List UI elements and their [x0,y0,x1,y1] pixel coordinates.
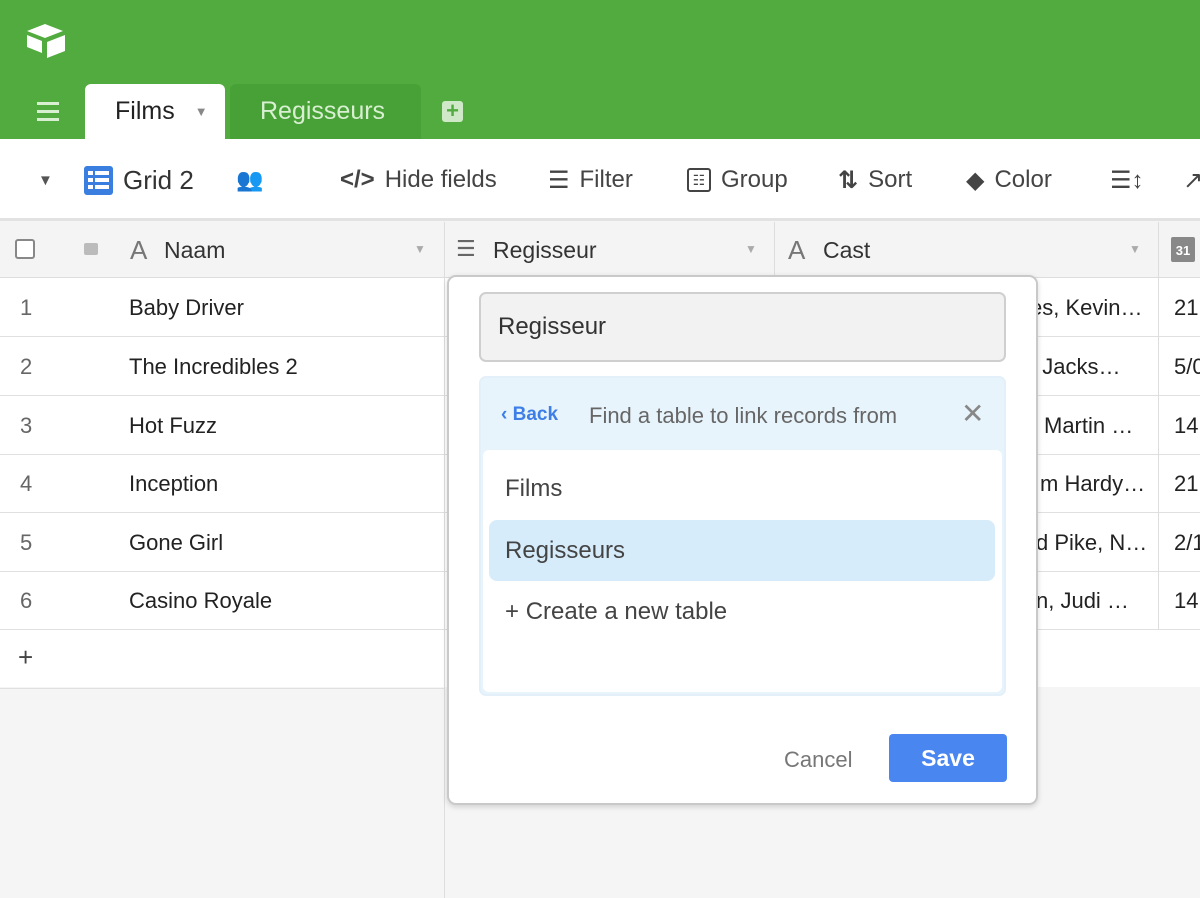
filter-button[interactable]: ☰ Filter [548,139,633,221]
cell-naam[interactable]: Hot Fuzz [129,413,217,439]
airtable-logo-icon[interactable] [25,22,69,60]
save-button[interactable]: Save [889,734,1007,782]
label: Sort [868,166,913,193]
lock-icon [84,243,98,255]
chevron-down-icon[interactable]: ▼ [745,242,757,256]
cell-cast[interactable]: m Hardy… [1040,471,1145,497]
menu-icon[interactable] [37,102,59,121]
row-number: 2 [20,354,33,379]
cell-naam[interactable]: Gone Girl [129,530,223,556]
add-row-button[interactable]: + [0,630,445,689]
tab-films[interactable]: Films ▼ [85,84,225,139]
chevron-down-icon[interactable]: ▼ [195,104,208,119]
row-number: 1 [20,295,33,320]
add-table-icon[interactable]: + [442,100,463,122]
plus-icon: + [18,642,34,672]
cell-date[interactable]: 14 [1174,413,1198,439]
cell-naam[interactable]: The Incredibles 2 [129,354,298,380]
create-label: Create a new table [525,598,728,625]
label: Hide fields [384,166,497,193]
cell-naam[interactable]: Baby Driver [129,295,244,321]
row-height-icon[interactable]: ☰↕ [1110,139,1144,221]
tab-label: Regisseurs [260,97,386,125]
column-header-naam[interactable]: A Naam ▼ [0,222,445,278]
chevron-down-icon[interactable]: ▼ [414,242,426,256]
link-field-icon: ☰ [456,236,476,261]
column-label: Naam [164,237,226,263]
table-option-regisseurs[interactable]: Regisseurs [489,520,995,581]
filter-icon: ☰ [548,166,570,194]
link-table-picker: ‹ Back Find a table to link records from… [479,376,1006,696]
hide-fields-button[interactable]: </> Hide fields [340,139,497,221]
divider [444,278,445,630]
label: Group [721,166,788,193]
text-field-icon: A [130,235,148,265]
calendar-icon: 31 [1171,237,1195,262]
cell-date[interactable]: 2/1 [1174,530,1200,556]
field-config-popup: Regisseur ‹ Back Find a table to link re… [447,275,1038,805]
close-icon[interactable]: ✕ [961,397,984,430]
sort-button[interactable]: ⇅ Sort [838,139,912,221]
row-number: 4 [20,471,33,496]
tab-regisseurs[interactable]: Regisseurs [230,84,421,139]
column-label: Cast [823,237,871,263]
cell-date[interactable]: 14 [1174,588,1198,614]
cell-cast[interactable]: Martin … [1044,413,1133,439]
cell-cast[interactable]: . Jacks… [1030,354,1120,380]
column-label: Regisseur [493,237,597,263]
divider [444,687,445,898]
row-number: 5 [20,530,33,555]
label: Filter [579,166,633,193]
cell-naam[interactable]: Inception [129,471,218,497]
app-header: Films ▼ Regisseurs + [0,0,1200,139]
view-name: Grid 2 [123,164,194,195]
collaborators-icon[interactable]: 👥 [236,139,263,221]
table-option-films[interactable]: Films [505,475,562,503]
column-header-regisseur[interactable]: ☰ Regisseur ▼ [445,222,775,278]
column-header-date[interactable]: 31 [1159,222,1200,278]
chevron-down-icon[interactable]: ▼ [1129,242,1141,256]
share-icon[interactable]: ↗ [1183,139,1200,221]
row-number: 6 [20,588,33,613]
cell-date[interactable]: 21 [1174,295,1198,321]
picker-prompt: Find a table to link records from [589,403,898,428]
group-icon: ☷ [687,168,711,192]
cell-cast[interactable]: es, Kevin… [1030,295,1143,321]
cell-date[interactable]: 5/0 [1174,354,1200,380]
view-switcher[interactable]: Grid 2 [84,139,194,221]
tab-label: Films [115,97,175,125]
back-label: Back [512,404,559,425]
select-all-checkbox[interactable] [15,239,35,259]
field-name-input[interactable]: Regisseur [479,292,1006,362]
label: Color [994,166,1052,193]
text-field-icon: A [788,235,806,265]
paint-bucket-icon: ◆ [966,166,985,194]
view-menu-chevron-icon[interactable]: ▼ [38,139,53,221]
row-number: 3 [20,413,33,438]
cell-cast[interactable]: n, Judi … [1036,588,1129,614]
divider [1158,278,1159,630]
color-button[interactable]: ◆ Color [966,139,1052,221]
cancel-button[interactable]: Cancel [784,747,852,773]
table-list: Films Regisseurs + Create a new table [483,450,1002,692]
view-toolbar: ▼ Grid 2 👥 </> Hide fields ☰ Filter ☷ Group… [0,139,1200,221]
cell-naam[interactable]: Casino Royale [129,588,272,614]
create-table-button[interactable]: + Create a new table [505,598,727,626]
group-button[interactable]: ☷ Group [687,139,788,221]
cell-cast[interactable]: d Pike, N… [1036,530,1147,556]
grid-view-icon [84,165,113,195]
cell-date[interactable]: 21 [1174,471,1198,497]
hide-icon: </> [340,166,375,193]
sort-icon: ⇅ [838,166,859,194]
column-header-cast[interactable]: A Cast ▼ [775,222,1159,278]
back-button[interactable]: ‹ Back [501,404,558,426]
